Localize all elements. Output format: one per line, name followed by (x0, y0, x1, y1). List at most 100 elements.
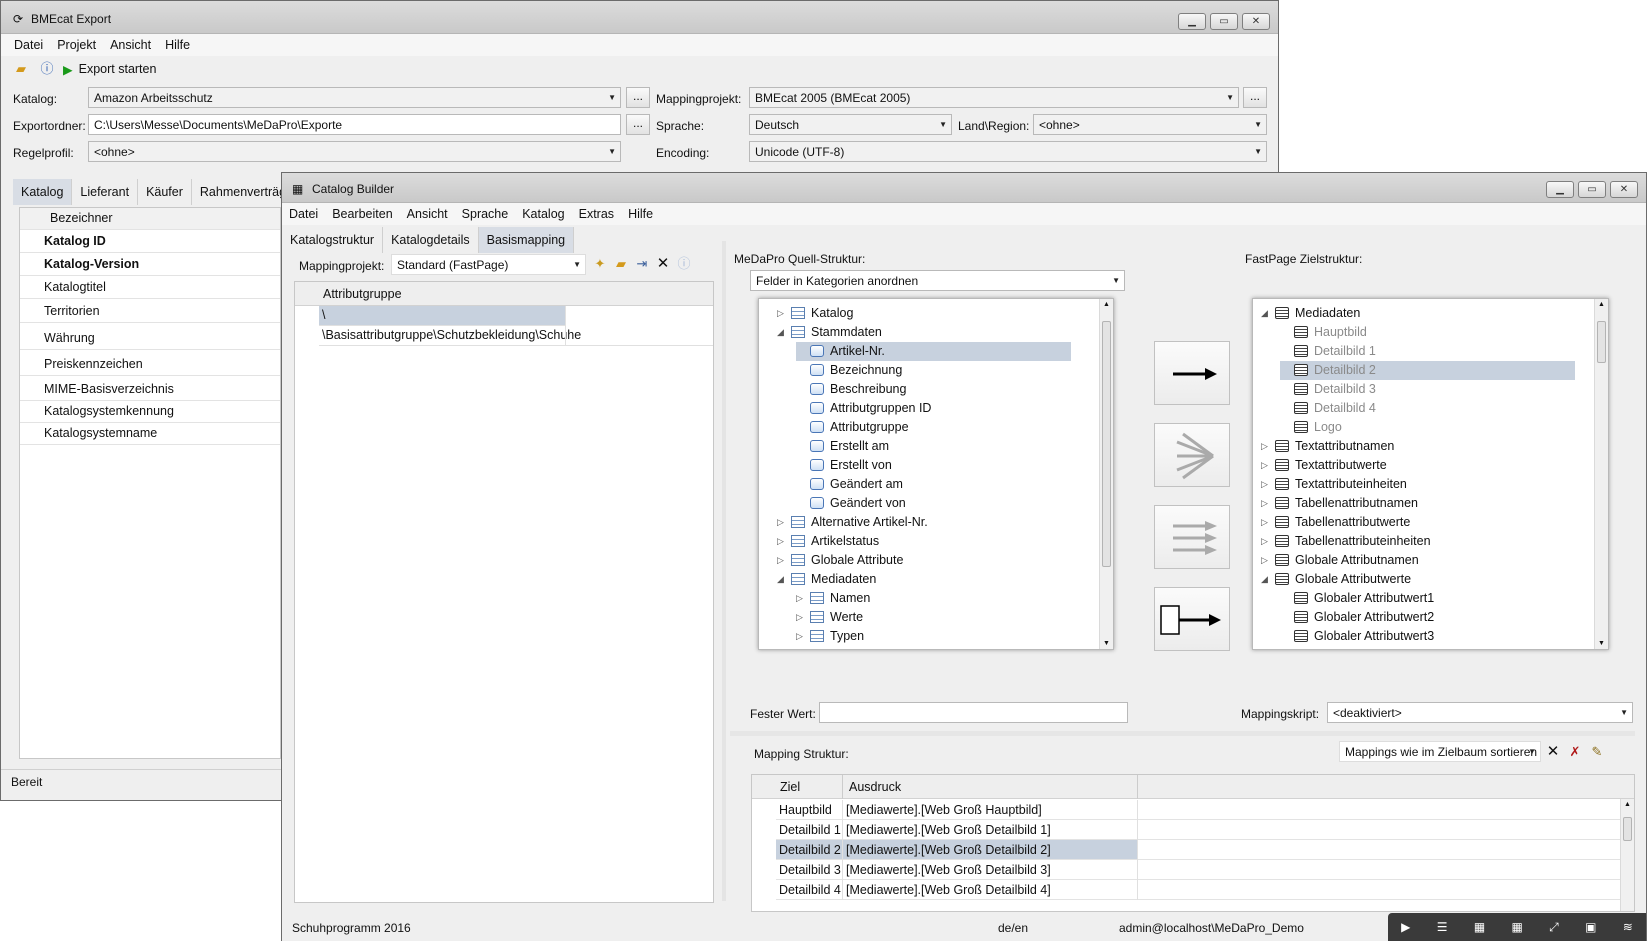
menu-datei[interactable]: Datei (7, 38, 50, 52)
expand-toggle-icon[interactable]: ▷ (777, 532, 787, 551)
source-tree-scrollbar[interactable]: ▲ ▼ (1099, 299, 1113, 649)
source-arrangement-select[interactable]: Felder in Kategorien anordnen (750, 270, 1125, 291)
table-row[interactable]: Katalog ID (20, 231, 280, 253)
target-tree-item[interactable]: ▷ Textattributnamen (1261, 437, 1575, 456)
expand-toggle-icon[interactable]: ◢ (777, 323, 787, 342)
menu-sprache[interactable]: Sprache (455, 207, 516, 221)
expand-toggle-icon[interactable]: ▷ (1261, 513, 1271, 532)
list-icon[interactable]: ☰ (1437, 920, 1448, 934)
sprache-select[interactable]: Deutsch (749, 114, 952, 135)
source-tree-item[interactable]: Erstellt von (796, 456, 1071, 475)
tab-lieferant[interactable]: Lieferant (72, 179, 139, 205)
expand-toggle-icon[interactable]: ◢ (1261, 570, 1271, 589)
source-tree-item[interactable]: ▷ Artikelstatus (777, 532, 1071, 551)
target-tree-item[interactable]: ▷ Tabellenattributnamen (1261, 494, 1575, 513)
tab-katalogstruktur[interactable]: Katalogstruktur (282, 227, 384, 253)
table-row[interactable]: Währung (20, 328, 280, 350)
target-tree-item[interactable]: ▷ Tabellenattributeinheiten (1261, 532, 1575, 551)
source-tree-item[interactable]: Geändert am (796, 475, 1071, 494)
help-icon[interactable]: ⓘ (37, 59, 57, 79)
katalog-select[interactable]: Amazon Arbeitsschutz (88, 87, 621, 108)
target-tree-item[interactable]: ◢ Globale Attributwerte (1261, 570, 1575, 589)
source-tree-item[interactable]: Geändert von (796, 494, 1071, 513)
fester-wert-input[interactable] (819, 702, 1128, 723)
target-tree-item[interactable]: Globaler Attributwert3 (1280, 627, 1575, 646)
table-row[interactable]: Detailbild 3 [Mediawerte].[Web Groß Detai… (776, 860, 1620, 880)
source-tree-item[interactable]: Beschreibung (796, 380, 1071, 399)
mappingprojekt-select[interactable]: Standard (FastPage) (391, 254, 586, 275)
tab-basismapping[interactable]: Basismapping (478, 227, 575, 253)
tab-katalog[interactable]: Katalog (13, 179, 73, 205)
source-tree-item[interactable]: Artikel-Nr. (796, 342, 1071, 361)
run-icon[interactable]: ▶ (1401, 920, 1410, 934)
header-ausdruck[interactable]: Ausdruck (849, 780, 901, 794)
menu-datei[interactable]: Datei (282, 207, 325, 221)
minimize-button[interactable]: ▁ (1546, 181, 1574, 198)
scroll-up-icon[interactable]: ▲ (1103, 301, 1110, 308)
delete-all-mappings-icon[interactable]: ✗ (1565, 742, 1585, 762)
mappingprojekt-browse-button[interactable]: ... (1243, 87, 1267, 108)
menu-hilfe[interactable]: Hilfe (158, 38, 197, 52)
target-tree-item[interactable]: Logo (1280, 418, 1575, 437)
source-tree-item[interactable]: ▷ Katalog (777, 304, 1071, 323)
sort-mappings-select[interactable]: Mappings wie im Zielbaum sortieren (1339, 741, 1541, 762)
table-row[interactable]: Territorien (20, 301, 280, 323)
source-tree-item[interactable]: ▷ Werte (796, 608, 1071, 627)
table-row[interactable]: Detailbild 1 [Mediawerte].[Web Groß Detai… (776, 820, 1620, 840)
source-tree-item[interactable]: Attributgruppe (796, 418, 1071, 437)
target-tree-item[interactable]: ▷ Textattributwerte (1261, 456, 1575, 475)
expand-toggle-icon[interactable]: ▷ (1261, 494, 1271, 513)
exportordner-browse-button[interactable]: ... (626, 114, 650, 135)
scroll-up-icon[interactable]: ▲ (1598, 301, 1605, 308)
scroll-thumb[interactable] (1597, 321, 1606, 363)
builder-titlebar[interactable]: ▦ Catalog Builder ▁ ▭ ✕ (282, 173, 1646, 203)
tab-kaeufer[interactable]: Käufer (138, 179, 192, 205)
vertical-splitter[interactable] (722, 241, 726, 901)
expand-toggle-icon[interactable]: ▷ (796, 589, 806, 608)
open-folder-icon[interactable]: ▰ (611, 254, 631, 274)
calendar-icon[interactable]: ▦ (1474, 920, 1485, 934)
land-region-select[interactable]: <ohne> (1033, 114, 1267, 135)
maximize-button[interactable]: ▭ (1578, 181, 1606, 198)
source-tree-item[interactable]: ▷ Alternative Artikel-Nr. (777, 513, 1071, 532)
target-tree-item[interactable]: ◢ Mediadaten (1261, 304, 1575, 323)
menu-projekt[interactable]: Projekt (50, 38, 103, 52)
help-icon[interactable]: ⓘ (674, 254, 694, 274)
source-tree-item[interactable]: ▷ Globale Attribute (777, 551, 1071, 570)
scroll-up-icon[interactable]: ▲ (1624, 801, 1631, 808)
map-fan-button[interactable] (1154, 423, 1230, 487)
minimize-button[interactable]: ▁ (1178, 13, 1206, 30)
target-tree-item[interactable]: Detailbild 1 (1280, 342, 1575, 361)
target-tree-scrollbar[interactable]: ▲ ▼ (1594, 299, 1608, 649)
scroll-down-icon[interactable]: ▼ (1598, 640, 1605, 647)
target-tree-item[interactable]: Globaler Attributwert1 (1280, 589, 1575, 608)
export-icon[interactable]: ▣ (1585, 920, 1596, 934)
close-button[interactable]: ✕ (1610, 181, 1638, 198)
source-tree-item[interactable]: ▷ Namen (796, 589, 1071, 608)
grid-icon[interactable]: ▦ (1511, 920, 1522, 934)
header-ziel[interactable]: Ziel (780, 780, 800, 794)
target-tree-item[interactable]: Globaler Attributwert2 (1280, 608, 1575, 627)
expand-toggle-icon[interactable]: ▷ (777, 304, 787, 323)
menu-katalog[interactable]: Katalog (515, 207, 571, 221)
table-row[interactable]: MIME-Basisverzeichnis (20, 379, 280, 401)
table-row[interactable]: \Basisattributgruppe\Schutzbekleidung\Sc… (319, 326, 713, 346)
expand-toggle-icon[interactable]: ▷ (1261, 551, 1271, 570)
rename-icon[interactable]: ⇥ (632, 254, 652, 274)
katalog-browse-button[interactable]: ... (626, 87, 650, 108)
source-tree-item[interactable]: Bezeichnung (796, 361, 1071, 380)
exportordner-field[interactable]: C:\Users\Messe\Documents\MeDaPro\Exporte (88, 114, 621, 135)
mapping-grid-scrollbar[interactable]: ▲ (1620, 799, 1634, 911)
menu-hilfe[interactable]: Hilfe (621, 207, 660, 221)
target-tree-item[interactable]: Detailbild 4 (1280, 399, 1575, 418)
expand-toggle-icon[interactable]: ▷ (796, 608, 806, 627)
source-tree-item[interactable]: ◢ Stammdaten (777, 323, 1071, 342)
expand-toggle-icon[interactable]: ◢ (1261, 304, 1271, 323)
table-row[interactable]: Detailbild 4 [Mediawerte].[Web Groß Detai… (776, 880, 1620, 900)
target-tree-item[interactable]: ▷ Textattributeinheiten (1261, 475, 1575, 494)
map-single-button[interactable] (1154, 341, 1230, 405)
table-row[interactable]: Katalogsystemname (20, 423, 280, 445)
menu-extras[interactable]: Extras (572, 207, 621, 221)
expand-toggle-icon[interactable]: ▷ (1261, 437, 1271, 456)
target-tree-item[interactable]: Detailbild 3 (1280, 380, 1575, 399)
